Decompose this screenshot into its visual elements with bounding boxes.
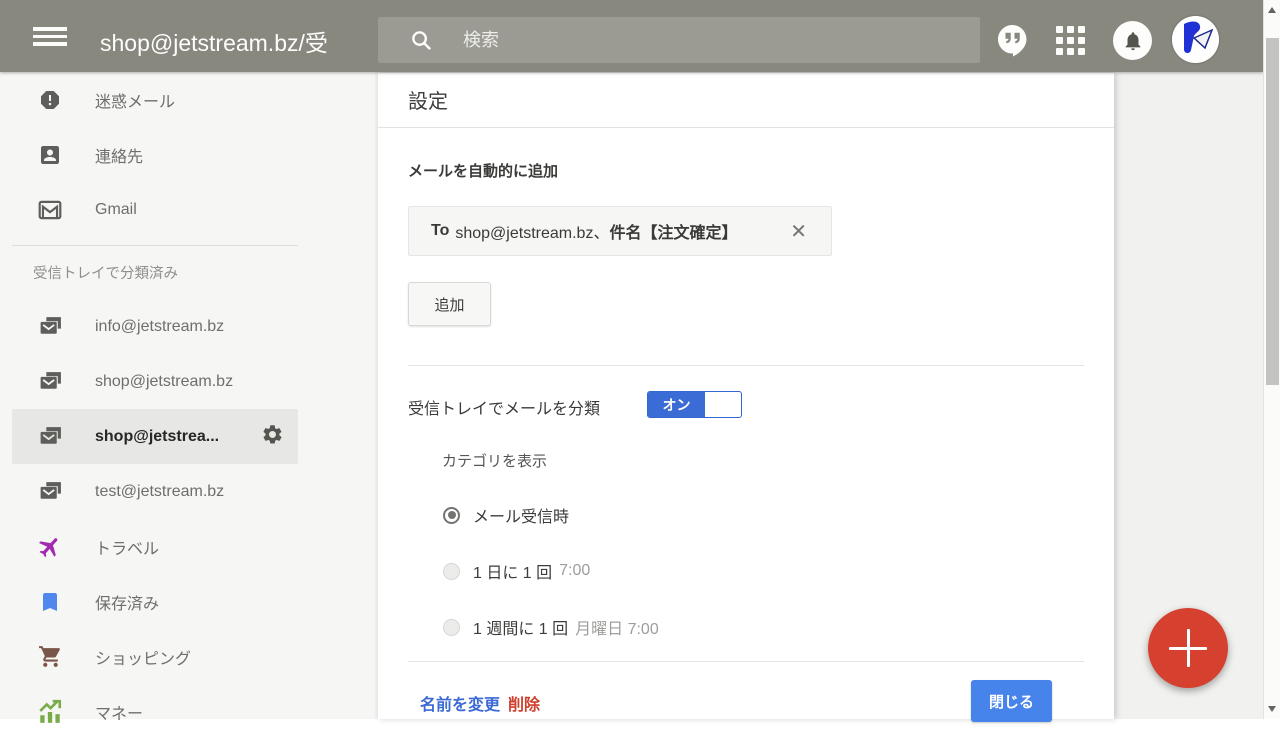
bundle-toggle[interactable]: オン [647, 391, 742, 418]
spam-icon [37, 87, 63, 113]
radio-unselected-icon[interactable] [443, 619, 460, 636]
hangouts-icon[interactable] [995, 22, 1031, 58]
radio-selected-icon[interactable] [443, 507, 460, 524]
gmail-icon [37, 197, 63, 223]
search-input[interactable] [463, 30, 903, 51]
settings-panel: 設定 メールを自動的に追加 To shop@jetstream.bz、 件名【注… [378, 73, 1114, 719]
sidebar: 迷惑メール 連絡先 Gmail 受信トレイで分類済み info@jetstrea… [0, 72, 375, 719]
bundle-mail-icon [37, 479, 63, 505]
radio-label: 1 週間に 1 回 [473, 615, 568, 639]
page-title: shop@jetstream.bz/受 [100, 24, 372, 58]
sidebar-item-travel[interactable]: トラベル [0, 519, 375, 574]
bundle-mail-icon [37, 369, 63, 395]
scroll-up-arrow[interactable] [1268, 7, 1276, 13]
auto-add-label: メールを自動的に追加 [408, 160, 1084, 181]
divider [408, 365, 1084, 366]
plus-icon [1187, 629, 1191, 667]
filter-chip: To shop@jetstream.bz、 件名【注文確定】 ✕ [408, 206, 832, 256]
compose-fab[interactable] [1148, 608, 1228, 688]
settings-title: 設定 [378, 73, 1114, 128]
radio-detail: 月曜日 7:00 [575, 615, 659, 639]
sidebar-item-spam[interactable]: 迷惑メール [0, 72, 375, 127]
bookmark-icon [37, 589, 63, 615]
category-label: カテゴリを表示 [408, 450, 1084, 471]
sidebar-item-label: 連絡先 [95, 143, 143, 167]
app-header: shop@jetstream.bz/受 [0, 0, 1263, 72]
chip-prefix: To [431, 222, 449, 240]
sidebar-item-info-bundle[interactable]: info@jetstream.bz [0, 299, 375, 354]
sidebar-section-label: 受信トレイで分類済み [0, 246, 375, 299]
radio-unselected-icon[interactable] [443, 563, 460, 580]
rename-link[interactable]: 名前を変更 [420, 691, 500, 715]
sidebar-item-money[interactable]: マネー [0, 684, 375, 739]
radio-option-on-receive[interactable]: メール受信時 [408, 503, 1084, 527]
delete-link[interactable]: 削除 [508, 691, 540, 715]
travel-icon [37, 534, 63, 560]
apps-grid-icon[interactable] [1053, 23, 1087, 57]
scrollbar-thumb[interactable] [1266, 38, 1279, 385]
sidebar-item-label: shop@jetstrea... [95, 428, 219, 446]
sidebar-item-label: トラベル [95, 535, 159, 559]
close-button[interactable]: 閉じる [971, 680, 1052, 722]
toggle-on-label: オン [648, 392, 705, 417]
sidebar-item-contacts[interactable]: 連絡先 [0, 127, 375, 182]
sidebar-item-label: 保存済み [95, 590, 159, 614]
sidebar-item-label: ショッピング [95, 645, 191, 669]
sidebar-item-label: 迷惑メール [95, 88, 175, 112]
divider [408, 661, 1084, 662]
shopping-cart-icon [37, 644, 63, 670]
chip-address: shop@jetstream.bz、 [455, 219, 609, 243]
sidebar-item-label: info@jetstream.bz [95, 318, 224, 336]
inbox-app: shop@jetstream.bz/受 [0, 0, 1280, 719]
gear-icon[interactable] [261, 423, 284, 451]
bundle-mail-icon [37, 314, 63, 340]
sidebar-item-gmail[interactable]: Gmail [0, 182, 375, 237]
sidebar-item-test-bundle[interactable]: test@jetstream.bz [0, 464, 375, 519]
hamburger-menu-icon[interactable] [33, 27, 67, 46]
radio-detail: 7:00 [559, 562, 590, 580]
sidebar-item-shop-bundle-selected[interactable]: shop@jetstrea... [12, 409, 298, 464]
money-chart-icon [37, 699, 63, 725]
bundle-toggle-label: 受信トレイでメールを分類 [408, 395, 600, 419]
chip-subject: 件名【注文確定】 [609, 219, 737, 243]
radio-option-once-weekly[interactable]: 1 週間に 1 回 月曜日 7:00 [408, 615, 1084, 639]
sidebar-item-saved[interactable]: 保存済み [0, 574, 375, 629]
scrollbar[interactable] [1263, 0, 1280, 719]
radio-label: メール受信時 [473, 503, 569, 527]
sidebar-item-shopping[interactable]: ショッピング [0, 629, 375, 684]
account-avatar[interactable] [1172, 16, 1219, 63]
radio-option-once-daily[interactable]: 1 日に 1 回 7:00 [408, 559, 1084, 583]
notifications-bell-icon[interactable] [1113, 21, 1152, 60]
bundle-mail-icon [37, 424, 63, 450]
close-icon[interactable]: ✕ [788, 219, 809, 244]
sidebar-item-shop-bundle[interactable]: shop@jetstream.bz [0, 354, 375, 409]
sidebar-item-label: test@jetstream.bz [95, 483, 224, 501]
sidebar-item-label: Gmail [95, 201, 137, 219]
radio-label: 1 日に 1 回 [473, 559, 552, 583]
contacts-icon [37, 142, 63, 168]
search-icon [410, 29, 433, 52]
add-button[interactable]: 追加 [408, 282, 491, 326]
sidebar-item-label: shop@jetstream.bz [95, 373, 233, 391]
sidebar-item-label: マネー [95, 700, 143, 724]
search-bar[interactable] [378, 17, 980, 63]
scroll-down-arrow[interactable] [1268, 706, 1276, 712]
